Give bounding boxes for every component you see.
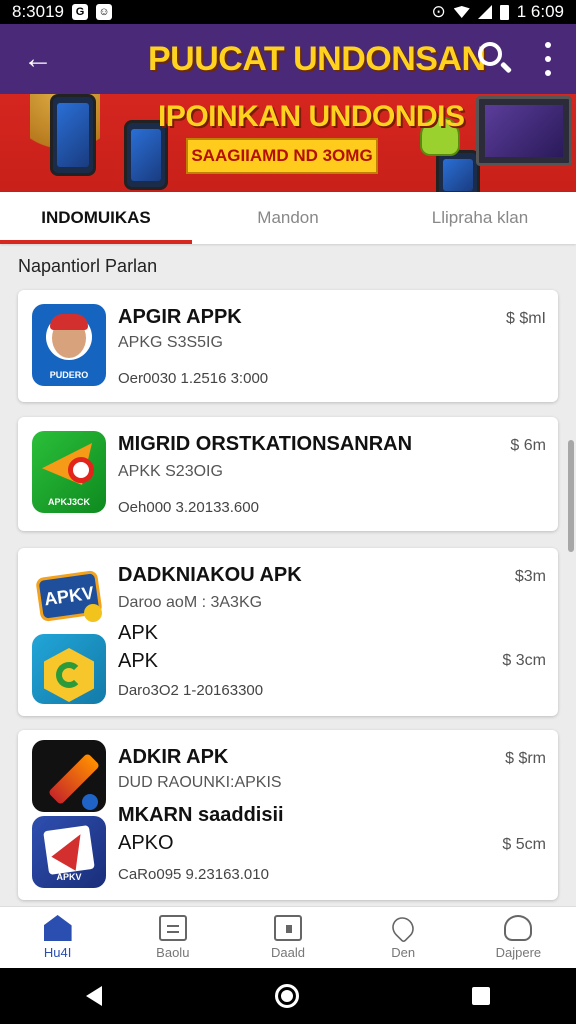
app-price: $ $rm	[505, 750, 546, 767]
app-title-secondary: MKARN saaddisii	[118, 804, 284, 826]
search-icon	[478, 42, 502, 66]
app-price: $3m	[514, 568, 546, 585]
nav-documents[interactable]: Baolu	[115, 907, 230, 968]
phone-illustration	[50, 94, 96, 176]
app-icon-green: APKJ3CK	[32, 431, 106, 513]
app-title: MIGRID ORSTKATIONSANRAN	[118, 433, 413, 455]
nav-label: Baolu	[156, 945, 190, 960]
app-title: APGIR APPK	[118, 306, 242, 328]
alarm-icon: ⊙	[431, 2, 446, 21]
tab-mandon[interactable]: Mandon	[192, 192, 384, 244]
status-left: 8:3019 G ☺	[12, 2, 112, 22]
app-subtitle: APKK S23OIG	[118, 463, 223, 480]
app-title-secondary: APK	[118, 622, 159, 644]
nav-favorites[interactable]: Den	[346, 907, 461, 968]
app-subtitle: APKG S3S5IG	[118, 334, 223, 351]
tab-bar: INDOMUIKAS Mandon Llipraha klan	[0, 192, 576, 244]
nav-home[interactable]: Hu4I	[0, 907, 115, 968]
app-title: PUUCAT UNDONSAN	[148, 40, 486, 78]
system-back-icon[interactable]	[86, 986, 103, 1006]
app-price-secondary: $ 3cm	[502, 652, 546, 669]
hero-banner: ← PUUCAT UNDONSAN IPOINKAN UNDONDIS SAAG…	[0, 24, 576, 192]
app-price: $ 6m	[510, 437, 546, 454]
app-meta: Daro3O2 1-20163300	[118, 682, 264, 699]
app-meta: Oer0030 1.2516 3:000	[118, 370, 269, 387]
bottom-navigation: Hu4I Baolu Daald Den Dajpere	[0, 906, 576, 968]
wifi-icon	[453, 6, 470, 18]
system-home-icon[interactable]	[274, 984, 299, 1008]
more-vertical-icon	[545, 42, 551, 48]
app-card[interactable]: PUDERO APGIR APPK APKG S3S5IG Oer0030 1.…	[18, 290, 558, 402]
nav-label: Dajpere	[495, 945, 542, 960]
app-bar: ← PUUCAT UNDONSAN	[0, 24, 576, 94]
section-title: Napantiorl Parlan	[18, 256, 158, 276]
app-meta: CaRo095 9.23163.010	[118, 866, 269, 883]
nav-label: Daald	[271, 945, 305, 960]
app-title-tertiary: APKO	[118, 832, 174, 854]
tab-indomuikas[interactable]: INDOMUIKAS	[0, 192, 192, 244]
tab-llipraha-klan[interactable]: Llipraha klan	[384, 192, 576, 244]
banner-headline: IPOINKAN UNDONDIS	[158, 100, 465, 133]
banner-ribbon[interactable]: SAAGIIAMD ND 3OMG	[186, 138, 378, 174]
app-title: ADKIR APK	[118, 746, 229, 768]
signal-icon	[477, 5, 492, 19]
system-recents-icon[interactable]	[471, 987, 490, 1005]
document-icon	[158, 915, 187, 941]
back-button[interactable]: ←	[10, 31, 66, 87]
home-icon	[43, 915, 72, 941]
status-right: ⊙ 1 6:09	[431, 2, 564, 22]
nav-notifications[interactable]: Dajpere	[461, 907, 576, 968]
app-icon-blue: APKV	[32, 816, 106, 888]
app-price-secondary: $ 5cm	[502, 836, 546, 853]
app-icon-avatar: PUDERO	[32, 304, 106, 386]
scrollbar[interactable]	[568, 440, 574, 552]
app-meta: Oeh000 3.20133.600	[118, 499, 259, 516]
bell-icon	[504, 915, 533, 941]
app-icon-apkv: APKV	[32, 560, 106, 630]
app-subtitle: Daroo aoM : 3A3KG	[118, 594, 263, 611]
status-time: 8:3019	[12, 2, 64, 21]
system-navigation-bar	[0, 968, 576, 1024]
phone-illustration	[436, 150, 480, 192]
status-time-right: 1 6:09	[516, 2, 564, 21]
status-bar: 8:3019 G ☺ ⊙ 1 6:09	[0, 0, 576, 24]
app-title: DADKNIAKOU APK	[118, 564, 302, 586]
arrow-left-icon: ←	[23, 42, 53, 75]
nav-calendar[interactable]: Daald	[230, 907, 345, 968]
laptop-illustration	[476, 96, 572, 166]
heart-icon	[387, 912, 419, 944]
nav-label: Den	[391, 945, 416, 960]
more-options-button[interactable]	[536, 42, 560, 76]
app-card[interactable]: APKV ADKIR APK DUD RAOUNKI:APKIS MKARN s…	[18, 730, 558, 900]
app-card[interactable]: APKJ3CK MIGRID ORSTKATIONSANRAN APKK S23…	[18, 417, 558, 531]
app-subtitle: DUD RAOUNKI:APKIS	[118, 774, 282, 791]
app-icon-pen	[32, 740, 106, 812]
battery-icon	[499, 4, 509, 20]
search-button[interactable]	[474, 38, 514, 78]
app-card[interactable]: APKV DADKNIAKOU APK Daroo aoM : 3A3KG AP…	[18, 548, 558, 716]
calendar-icon	[274, 915, 302, 941]
notification-icon: G	[72, 4, 88, 20]
app-title-tertiary: APK	[118, 650, 159, 672]
app-icon-cyan	[32, 634, 106, 704]
notification-icon: ☺	[96, 4, 112, 20]
nav-label: Hu4I	[43, 945, 72, 960]
app-price: $ $mI	[505, 310, 546, 327]
